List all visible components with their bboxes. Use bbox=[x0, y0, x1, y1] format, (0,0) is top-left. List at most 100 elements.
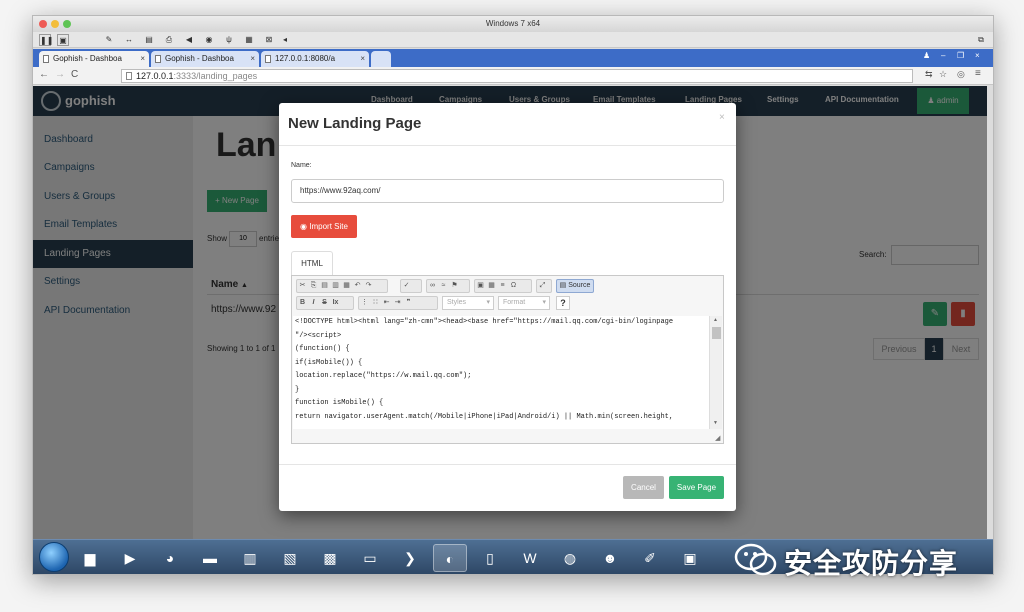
vm-toolbar: ❚❚ ▣ ✎ ↔ ▤ ⎙ ◀ ◉ ψ ▦ ⊠ ◂ ⧉ bbox=[33, 32, 993, 48]
arrow-left-icon[interactable]: ◂ bbox=[281, 34, 289, 46]
notes-icon[interactable]: ▯ bbox=[473, 544, 507, 572]
browser-tab-2[interactable]: Gophish - Dashboa × bbox=[151, 51, 259, 67]
camera-icon[interactable]: ◉ bbox=[203, 34, 215, 46]
import-site-button[interactable]: ◉ Import Site bbox=[291, 215, 357, 238]
usb-icon[interactable]: ψ bbox=[223, 34, 235, 46]
reload-icon[interactable]: C bbox=[71, 69, 78, 80]
restore-icon[interactable]: ❐ bbox=[957, 51, 964, 60]
image-icon[interactable]: ▣ bbox=[475, 280, 486, 292]
hr-icon[interactable]: ≡ bbox=[497, 280, 508, 292]
terminal-icon[interactable]: ▬ bbox=[193, 544, 227, 572]
bullet-list-icon[interactable]: ∷ bbox=[370, 297, 381, 309]
browser-tab-3[interactable]: 127.0.0.1:8080/a × bbox=[261, 51, 369, 67]
special-char-icon[interactable]: Ω bbox=[508, 280, 519, 292]
translate-icon[interactable]: ⇆ bbox=[925, 69, 933, 80]
paste-word-icon[interactable]: ▦ bbox=[341, 280, 352, 292]
editor-icon[interactable]: ✐ bbox=[633, 544, 667, 572]
extension-icon[interactable]: ◎ bbox=[957, 69, 965, 80]
url-input[interactable]: 127.0.0.1:3333/landing_pages bbox=[121, 69, 913, 83]
network-icon[interactable]: ▧ bbox=[273, 544, 307, 572]
zoom-window-icon[interactable] bbox=[63, 20, 71, 28]
resize-grip-icon[interactable]: ◢ bbox=[715, 434, 720, 442]
link-icon[interactable]: ∞ bbox=[427, 280, 438, 292]
archive-icon[interactable]: ▥ bbox=[233, 544, 267, 572]
window-icon[interactable]: ▣ bbox=[673, 544, 707, 572]
tools-icon[interactable]: ▩ bbox=[313, 544, 347, 572]
scroll-thumb[interactable] bbox=[712, 327, 721, 339]
copy-icon[interactable]: ⎘ bbox=[308, 280, 319, 292]
arrows-icon[interactable]: ↔ bbox=[123, 34, 135, 46]
spellcheck-icon[interactable]: ✓ bbox=[401, 280, 412, 292]
source-icon: ▤ bbox=[559, 282, 569, 289]
close-tab-icon[interactable]: × bbox=[360, 51, 365, 67]
printer-icon[interactable]: ⎙ bbox=[163, 34, 175, 46]
minimize-icon[interactable]: – bbox=[941, 51, 945, 60]
browser-tab-1[interactable]: Gophish - Dashboa × bbox=[39, 51, 149, 67]
word-icon[interactable]: W bbox=[513, 544, 547, 572]
new-landing-page-modal: New Landing Page × Name: https://www.92a… bbox=[279, 103, 736, 511]
close-window-icon[interactable] bbox=[39, 20, 47, 28]
windows-start-icon[interactable] bbox=[39, 542, 69, 572]
close-tab-icon[interactable]: × bbox=[140, 51, 145, 67]
user-icon[interactable]: ♟ bbox=[923, 51, 930, 60]
name-input[interactable]: https://www.92aq.com/ bbox=[291, 179, 724, 203]
minimize-window-icon[interactable] bbox=[51, 20, 59, 28]
strike-icon[interactable]: S bbox=[319, 297, 330, 309]
cancel-button[interactable]: Cancel bbox=[623, 476, 664, 499]
star-icon[interactable]: ☆ bbox=[939, 69, 947, 80]
portrait-icon[interactable]: ☻ bbox=[593, 544, 627, 572]
cut-icon[interactable]: ✂ bbox=[297, 280, 308, 292]
floppy-icon[interactable]: ▦ bbox=[243, 34, 255, 46]
active-app-icon[interactable]: ◐ bbox=[433, 544, 467, 572]
paste-icon[interactable]: ▤ bbox=[319, 280, 330, 292]
close-tab-icon[interactable]: × bbox=[250, 51, 255, 67]
numbered-list-icon[interactable]: ⋮ bbox=[359, 297, 370, 309]
blockquote-icon[interactable]: ❞ bbox=[403, 297, 414, 309]
pause-icon[interactable]: ❚❚ bbox=[39, 34, 53, 46]
modal-close-button[interactable]: × bbox=[719, 112, 725, 123]
wrench-icon[interactable]: ✎ bbox=[103, 34, 115, 46]
source-button[interactable]: ▤ Source bbox=[556, 279, 594, 293]
table-icon[interactable]: ▦ bbox=[486, 280, 497, 292]
media-player-icon[interactable]: ▶ bbox=[113, 544, 147, 572]
undo-icon[interactable]: ↶ bbox=[352, 280, 363, 292]
outdent-icon[interactable]: ⇤ bbox=[381, 297, 392, 309]
chrome-icon[interactable]: ◕ bbox=[153, 544, 187, 572]
redo-icon[interactable]: ↷ bbox=[363, 280, 374, 292]
fullscreen-icon[interactable]: ⧉ bbox=[975, 34, 987, 46]
paste-text-icon[interactable]: ▥ bbox=[330, 280, 341, 292]
indent-icon[interactable]: ⇥ bbox=[392, 297, 403, 309]
maximize-icon[interactable]: ⤢ bbox=[537, 280, 548, 292]
anchor-icon[interactable]: ⚑ bbox=[449, 280, 460, 292]
source-code-textarea[interactable]: <!DOCTYPE html><html lang="zh-cmn"><head… bbox=[293, 316, 709, 429]
globe-icon: ◉ bbox=[300, 222, 310, 231]
powershell-icon[interactable]: ❯ bbox=[393, 544, 427, 572]
tab-html[interactable]: HTML bbox=[291, 251, 333, 275]
monitor-icon[interactable]: ▭ bbox=[353, 544, 387, 572]
italic-icon[interactable]: I bbox=[308, 297, 319, 309]
menu-icon[interactable]: ≡ bbox=[975, 68, 981, 79]
share-icon[interactable]: ⊠ bbox=[263, 34, 275, 46]
speaker-icon[interactable]: ◀ bbox=[183, 34, 195, 46]
snapshot-icon[interactable]: ▣ bbox=[57, 34, 69, 46]
scroll-up-icon[interactable]: ▲ bbox=[713, 317, 718, 323]
editor-scrollbar[interactable]: ▲ ▼ bbox=[709, 316, 722, 429]
unlink-icon[interactable]: ≈ bbox=[438, 280, 449, 292]
styles-select[interactable]: Styles ▾ bbox=[442, 296, 494, 310]
back-icon[interactable]: ← bbox=[39, 69, 49, 80]
forward-icon[interactable]: → bbox=[55, 69, 65, 80]
modal-footer-divider bbox=[279, 464, 736, 465]
remove-format-icon[interactable]: Ix bbox=[330, 297, 341, 309]
help-button[interactable]: ? bbox=[556, 296, 570, 310]
search-tool-icon[interactable]: ◍ bbox=[553, 544, 587, 572]
scroll-down-icon[interactable]: ▼ bbox=[713, 420, 718, 426]
source-label: Source bbox=[568, 282, 591, 289]
save-page-button[interactable]: Save Page bbox=[669, 476, 724, 499]
format-select[interactable]: Format ▾ bbox=[498, 296, 550, 310]
new-tab-button[interactable] bbox=[371, 51, 391, 67]
document-icon bbox=[265, 55, 271, 63]
explorer-icon[interactable]: ▆ bbox=[73, 544, 107, 572]
disk-icon[interactable]: ▤ bbox=[143, 34, 155, 46]
close-icon[interactable]: × bbox=[975, 51, 980, 60]
bold-icon[interactable]: B bbox=[297, 297, 308, 309]
